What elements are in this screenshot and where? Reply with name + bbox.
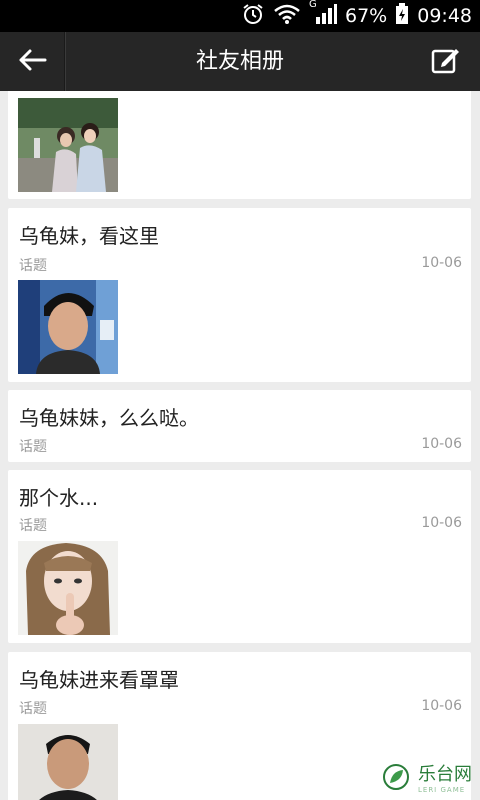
battery-percent: 67% [345, 5, 388, 27]
alarm-icon [241, 2, 265, 30]
post-photo[interactable] [18, 280, 118, 374]
title-bar: 社友相册 [0, 32, 480, 91]
status-bar: G 67% 09:48 [0, 0, 480, 32]
post-title[interactable]: 乌龟妹进来看罩罩 [19, 664, 179, 693]
post-card[interactable]: 乌龟妹妹，么么哒。 话题 10-06 [8, 390, 471, 462]
wifi-icon [273, 3, 301, 29]
post-tag: 话题 [19, 518, 47, 534]
post-title[interactable]: 乌龟妹，看这里 [19, 220, 159, 249]
clock: 09:48 [417, 5, 472, 27]
post-card[interactable] [8, 91, 471, 199]
post-tag: 话题 [19, 439, 47, 455]
network-type-label: G [309, 0, 317, 10]
signal-icon: G [309, 0, 337, 29]
post-date: 10-06 [421, 436, 462, 452]
page-title: 社友相册 [195, 49, 284, 74]
post-photo[interactable] [18, 541, 118, 635]
watermark: 乐台网 LERI GAME [380, 760, 472, 794]
title-divider [64, 32, 66, 91]
post-title[interactable]: 那个水... [19, 482, 98, 511]
watermark-subtext: LERI GAME [418, 786, 466, 794]
compose-button[interactable] [424, 32, 468, 91]
post-photo[interactable] [18, 724, 118, 800]
back-button[interactable] [0, 32, 64, 91]
post-card[interactable]: 那个水... 话题 10-06 [8, 470, 471, 643]
post-card[interactable]: 乌龟妹，看这里 话题 10-06 [8, 208, 471, 382]
leaf-logo-icon [380, 761, 412, 793]
album-feed[interactable]: 乌龟妹，看这里 话题 10-06 乌龟妹妹，么么哒。 话题 10-06 那个水.… [0, 91, 480, 800]
status-icons: G 67% 09:48 [241, 0, 472, 32]
post-tag: 话题 [19, 701, 47, 717]
post-date: 10-06 [421, 255, 462, 271]
post-tag: 话题 [19, 258, 47, 274]
edit-icon [431, 46, 461, 78]
battery-charging-icon [395, 3, 409, 29]
post-date: 10-06 [421, 515, 462, 531]
back-arrow-icon [17, 48, 47, 76]
post-date: 10-06 [421, 698, 462, 714]
watermark-text: 乐台网 [418, 764, 472, 785]
post-title[interactable]: 乌龟妹妹，么么哒。 [19, 402, 199, 431]
post-photo[interactable] [18, 98, 118, 192]
